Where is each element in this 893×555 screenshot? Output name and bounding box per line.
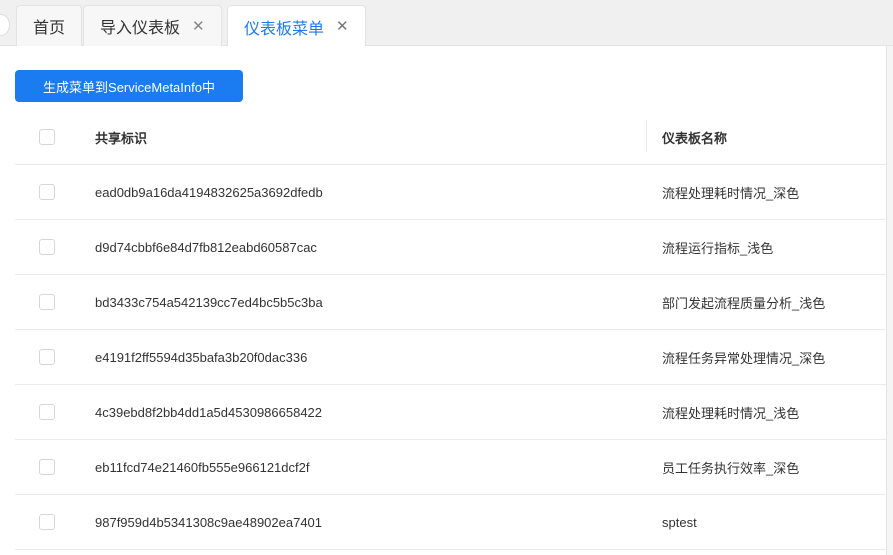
row-checkbox-cell	[15, 459, 95, 475]
share-id-cell: ead0db9a16da4194832625a3692dfedb	[95, 184, 323, 200]
tab-label: 仪表板菜单	[244, 20, 325, 38]
tab-import-dashboard[interactable]: 导入仪表板 ✕	[83, 5, 222, 46]
tab-home[interactable]: 首页	[16, 5, 83, 46]
share-id-cell: bd3433c754a542139cc7ed4bc5b5c3ba	[95, 294, 323, 310]
dashboard-table: 共享标识 仪表板名称 ead0db9a16da4194832625a3692df…	[15, 110, 893, 550]
row-checkbox-cell	[15, 349, 95, 365]
row-checkbox[interactable]	[39, 514, 55, 530]
row-checkbox[interactable]	[39, 404, 55, 420]
row-checkbox-cell	[15, 294, 95, 310]
dashboard-name-cell: sptest	[662, 514, 697, 530]
dashboard-name-cell: 部门发起流程质量分析_浅色	[662, 295, 826, 311]
table-header-row: 共享标识 仪表板名称	[15, 110, 893, 165]
tab-label: 导入仪表板	[100, 20, 181, 37]
tab-scroll-left-handle[interactable]	[0, 14, 10, 36]
close-icon[interactable]: ✕	[192, 19, 205, 34]
dashboard-name-cell: 流程处理耗时情况_深色	[662, 185, 800, 201]
tab-bar: 首页 导入仪表板 ✕ 仪表板菜单 ✕	[0, 0, 893, 47]
share-id-cell: eb11fcd74e21460fb555e966121dcf2f	[95, 459, 310, 475]
vertical-scrollbar[interactable]	[886, 46, 893, 555]
row-checkbox[interactable]	[39, 294, 55, 310]
row-checkbox-cell	[15, 239, 95, 255]
row-checkbox[interactable]	[39, 184, 55, 200]
tab-dashboard-menu[interactable]: 仪表板菜单 ✕	[227, 5, 366, 47]
share-id-cell: 4c39ebd8f2bb4dd1a5d4530986658422	[95, 404, 323, 420]
table-row[interactable]: d9d74cbbf6e84d7fb812eabd60587cac 流程运行指标_…	[15, 220, 893, 275]
content-panel: 生成菜单到ServiceMetaInfo中 共享标识 仪表板名称 ead0db9…	[0, 46, 893, 555]
column-header-dashboard-name[interactable]: 仪表板名称	[646, 119, 893, 152]
close-icon[interactable]: ✕	[336, 19, 349, 34]
tab-label: 首页	[33, 20, 66, 37]
row-checkbox[interactable]	[39, 459, 55, 475]
column-header-share-id[interactable]: 共享标识	[95, 128, 646, 147]
dashboard-name-cell: 流程处理耗时情况_浅色	[662, 405, 800, 421]
share-id-cell: d9d74cbbf6e84d7fb812eabd60587cac	[95, 239, 317, 255]
row-checkbox-cell	[15, 404, 95, 420]
dashboard-name-cell: 流程任务异常处理情况_深色	[662, 350, 826, 366]
row-checkbox[interactable]	[39, 349, 55, 365]
row-checkbox[interactable]	[39, 239, 55, 255]
table-row[interactable]: ead0db9a16da4194832625a3692dfedb 流程处理耗时情…	[15, 165, 893, 220]
generate-menu-button[interactable]: 生成菜单到ServiceMetaInfo中	[15, 70, 243, 102]
table-row[interactable]: 987f959d4b5341308c9ae48902ea7401 sptest	[15, 495, 893, 550]
row-checkbox-cell	[15, 184, 95, 200]
share-id-cell: e4191f2ff5594d35bafa3b20f0dac336	[95, 349, 308, 365]
select-all-checkbox[interactable]	[39, 129, 55, 145]
table-row[interactable]: e4191f2ff5594d35bafa3b20f0dac336 流程任务异常处…	[15, 330, 893, 385]
select-all-cell	[15, 129, 95, 145]
table-row[interactable]: eb11fcd74e21460fb555e966121dcf2f 员工任务执行效…	[15, 440, 893, 495]
dashboard-name-cell: 流程运行指标_浅色	[662, 240, 774, 256]
dashboard-name-cell: 员工任务执行效率_深色	[662, 460, 800, 476]
table-row[interactable]: bd3433c754a542139cc7ed4bc5b5c3ba 部门发起流程质…	[15, 275, 893, 330]
app-root: 首页 导入仪表板 ✕ 仪表板菜单 ✕ 生成菜单到ServiceMetaInfo中…	[0, 0, 893, 555]
share-id-cell: 987f959d4b5341308c9ae48902ea7401	[95, 514, 323, 530]
row-checkbox-cell	[15, 514, 95, 530]
table-row[interactable]: 4c39ebd8f2bb4dd1a5d4530986658422 流程处理耗时情…	[15, 385, 893, 440]
